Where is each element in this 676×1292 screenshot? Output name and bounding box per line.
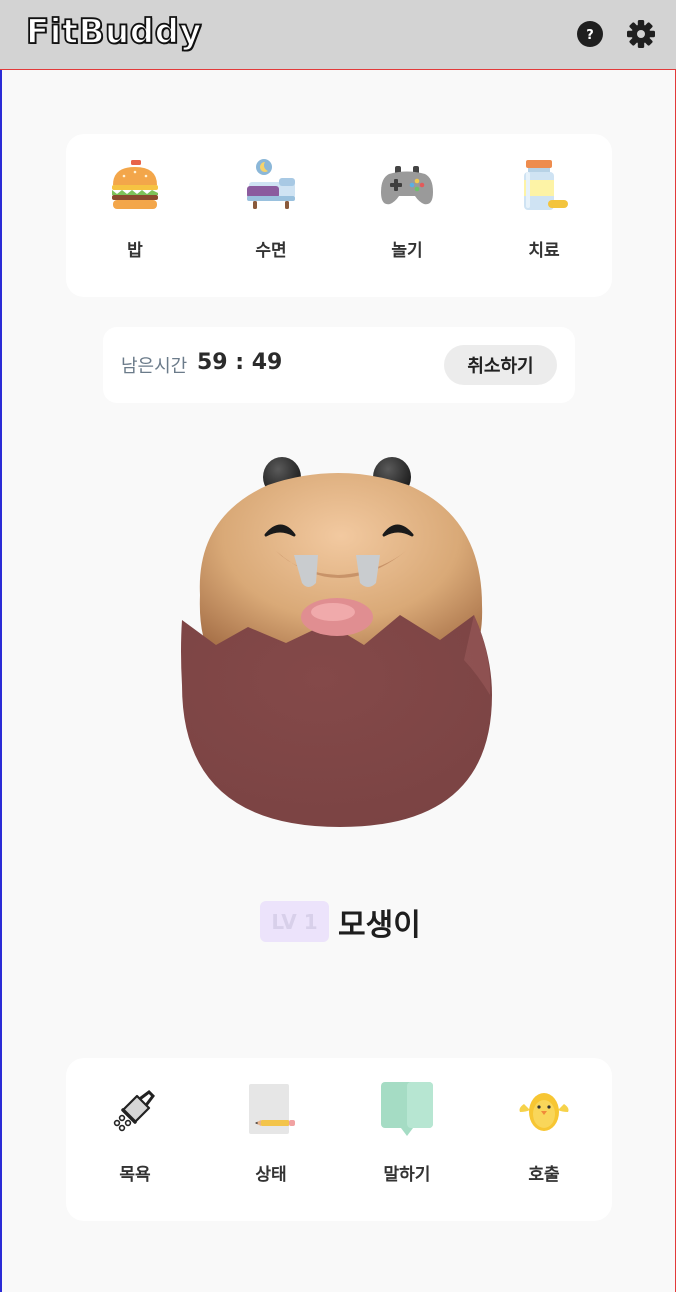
timer-panel: 남은시간 59 : 49 취소하기 [103,327,575,403]
gear-icon [627,20,655,48]
settings-button[interactable] [626,19,656,49]
play-label: 놀기 [391,241,423,261]
sleep-label: 수면 [255,241,287,261]
bath-label: 목욕 [119,1165,151,1185]
remaining-time-value: 59 : 49 [197,350,283,375]
talk-label: 말하기 [383,1165,431,1185]
heal-button[interactable]: 치료 [489,156,599,276]
medicine-bottle-icon [524,160,568,210]
status-button[interactable]: 상태 [216,1080,326,1200]
call-label: 호출 [528,1165,560,1185]
cancel-button[interactable]: 취소하기 [444,345,557,385]
pet-name: 모생이 [338,908,421,943]
heal-label: 치료 [528,241,560,261]
shower-icon [113,1090,155,1132]
app-logo: FitBuddy [25,11,203,53]
burger-icon [112,160,158,209]
chick-icon [519,1093,569,1131]
bed-icon [247,159,295,209]
speech-bubble-icon [381,1082,433,1136]
care-actions-panel: 밥 수면 놀기 치료 [66,134,612,297]
status-label: 상태 [255,1165,287,1185]
talk-button[interactable]: 말하기 [352,1080,462,1200]
call-button[interactable]: 호출 [489,1080,599,1200]
pet-character[interactable] [178,455,496,830]
interaction-panel: 목욕 상태 말하기 호출 [66,1058,612,1221]
feed-label: 밥 [127,241,143,261]
app-header: FitBuddy ? [0,0,676,70]
bath-button[interactable]: 목욕 [80,1080,190,1200]
play-button[interactable]: 놀기 [352,156,462,276]
remaining-time-label: 남은시간 [121,356,188,377]
level-badge: LV 1 [260,901,329,942]
pet-image [181,457,492,827]
question-circle-icon: ? [577,21,603,47]
sleep-button[interactable]: 수면 [216,156,326,276]
feed-button[interactable]: 밥 [80,156,190,276]
notepad-pencil-icon [249,1084,295,1134]
svg-text:?: ? [586,28,594,43]
help-button[interactable]: ? [575,19,605,49]
gamepad-icon [381,166,433,205]
